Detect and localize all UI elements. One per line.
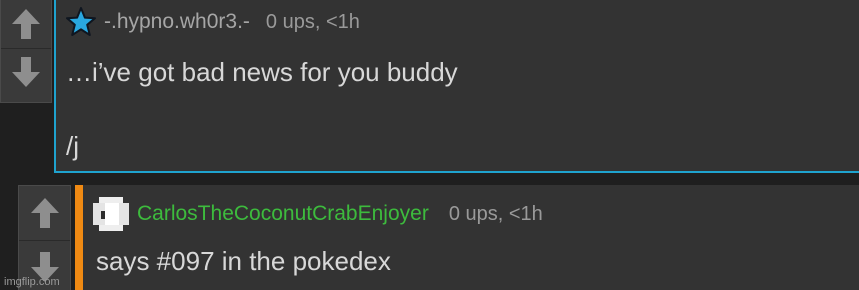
upvote-button[interactable] <box>19 188 70 238</box>
comment-accent-bar <box>75 185 83 290</box>
comment-text-line: says #097 in the pokedex <box>96 246 391 276</box>
vote-divider <box>19 240 70 241</box>
username-link[interactable]: -.hypno.wh0r3.- <box>104 10 250 34</box>
upvote-button[interactable] <box>1 1 51 47</box>
username-link[interactable]: CarlosTheCoconutCrabEnjoyer <box>137 202 429 226</box>
blue-star-icon <box>66 7 96 36</box>
comment-text-line: /j <box>66 131 79 161</box>
comment-body: CarlosTheCoconutCrabEnjoyer 0 ups, <1h s… <box>83 185 859 290</box>
vote-column <box>0 0 52 103</box>
vote-column <box>18 185 71 290</box>
comment-meta: 0 ups, <1h <box>265 10 360 33</box>
comment-header: -.hypno.wh0r3.- 0 ups, <1h <box>66 7 360 37</box>
up-arrow-icon <box>30 198 59 228</box>
down-arrow-icon <box>12 57 40 87</box>
comment-meta: 0 ups, <1h <box>448 202 543 225</box>
watermark: imgflip.com <box>4 276 60 288</box>
downvote-button[interactable] <box>1 49 51 95</box>
comment-text-line: …i’ve got bad news for you buddy <box>66 57 458 87</box>
pixel-avatar-icon <box>93 197 129 231</box>
comment-header: CarlosTheCoconutCrabEnjoyer 0 ups, <1h <box>91 197 543 231</box>
comment-thread: -.hypno.wh0r3.- 0 ups, <1h …i’ve got bad… <box>0 0 859 290</box>
comment-body: -.hypno.wh0r3.- 0 ups, <1h …i’ve got bad… <box>54 0 859 173</box>
up-arrow-icon <box>12 9 40 39</box>
